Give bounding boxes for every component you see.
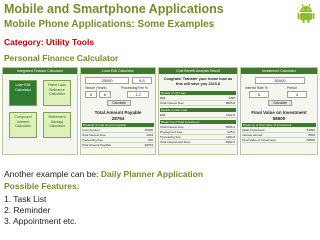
result-value: 28794 (111, 116, 125, 121)
android-robot-icon (297, 3, 315, 23)
calculator-heading: Personal Finance Calculator (4, 53, 119, 63)
slide-subtitle: Mobile Phone Applications: Some Examples (4, 19, 215, 30)
table-row: Total Interest and Fees 6582.0 (160, 140, 236, 145)
tile-retirement-savings[interactable]: Retirement Savings Calculator (43, 112, 71, 138)
tile-loan-emi[interactable]: Loan EMI Calculator (9, 80, 37, 106)
screen-header: Integrated Finance Calculator (3, 68, 77, 74)
features-list: 1. Task List 2. Reminder 3. Appointment … (4, 194, 77, 227)
slide-title: Mobile and Smartphone Applications (4, 2, 224, 16)
interest-rate-field[interactable]: 8.5 (132, 77, 152, 84)
list-item: 3. Appointment etc. (4, 216, 77, 226)
result-title: Total Amount Payable (94, 110, 142, 115)
screen-header: Investment Calculator (241, 68, 317, 74)
investment-amount-field[interactable]: 50000 (255, 77, 305, 84)
screen-cost-benefit: Cost Benefit Analysis Result Congrats! T… (158, 67, 238, 155)
tenure-field-b[interactable]: 6 (99, 91, 111, 98)
period-field[interactable]: 4 (287, 91, 307, 98)
rate-field[interactable]: 5 (249, 91, 269, 98)
tenure-label: Tenure (Years) (85, 86, 107, 90)
tenure-field-a[interactable]: 5 (85, 91, 97, 98)
screen-header: Loan EMI Calculator (81, 68, 155, 74)
screen-loan-emi: Loan EMI Calculator 25000 8.5 Tenure (Ye… (80, 67, 156, 155)
table-row: Total Amount Payable 28794 (82, 143, 154, 148)
result-message: Congrats! Transfer your home loan as thi… (163, 77, 233, 86)
features-heading: Possible Features: (4, 181, 80, 191)
table-row: Final Value of Investment 58500 (242, 138, 316, 143)
final-value-band: Break up of final value of investment (242, 123, 316, 127)
old-loan-band: Details of old Loan (160, 91, 236, 95)
breakup-band: Breakup of total amount payable (82, 123, 154, 127)
investment-breakup-band: Break Up of Total Investment (160, 120, 236, 124)
calculate-button[interactable]: Calculate (107, 100, 131, 106)
rate-label: Interest Rate % (245, 86, 268, 90)
daily-planner-label: Daily Planner Application (100, 169, 204, 179)
list-item: 1. Task List (4, 194, 47, 204)
screen-header: Cost Benefit Analysis Result (159, 68, 237, 74)
new-loan-band: Details of new Loan (160, 108, 236, 112)
processing-fee-field[interactable]: 1.2 (127, 91, 149, 98)
table-row: Total Interest Due 8805.8 (160, 101, 236, 106)
tile-compound-interest[interactable]: Compound Interest Calculator (9, 112, 37, 138)
table-row: EMI 1102.6 (160, 113, 236, 118)
loan-amount-field[interactable]: 25000 (85, 77, 129, 84)
other-example-text: Another example can be: Daily Planner Ap… (4, 169, 204, 179)
app-screenshots: Integrated Finance Calculator Loan EMI C… (2, 67, 318, 155)
screen-finance-calculator-menu: Integrated Finance Calculator Loan EMI C… (2, 67, 78, 155)
result-title: Final Value on Investment (251, 110, 307, 115)
tile-home-loan-refinance[interactable]: Home Loan Refinance Calculator (43, 80, 71, 106)
result-value: 58500 (272, 116, 286, 121)
screen-investment-calculator: Investment Calculator 50000 Interest Rat… (240, 67, 318, 155)
calculate-button[interactable]: Calculate (268, 100, 292, 106)
period-label: Period (287, 86, 297, 90)
category-label: Category: Utility Tools (4, 37, 95, 47)
list-item: 2. Reminder (4, 205, 51, 215)
fee-label: Processing Fee % (121, 86, 148, 90)
